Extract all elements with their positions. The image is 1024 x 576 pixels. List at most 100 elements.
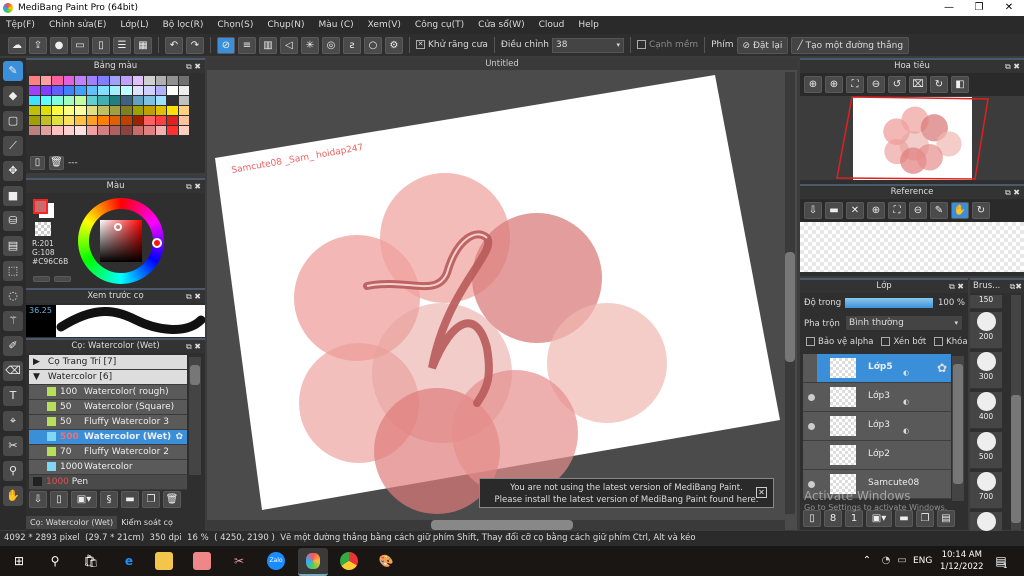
brush-size-item[interactable]: 1000 (970, 512, 1002, 531)
color-swatch[interactable] (167, 106, 178, 115)
merge-icon[interactable]: ▤ (937, 510, 955, 527)
color-swatch[interactable] (75, 116, 86, 125)
soft-edge-checkbox[interactable]: Cạnh mềm (636, 40, 698, 50)
color-swatch[interactable] (167, 96, 178, 105)
color-swatch[interactable] (178, 96, 189, 105)
speech-icon[interactable]: ▭ (71, 36, 89, 54)
color-swatch[interactable] (121, 116, 132, 125)
brush-item[interactable]: 50 Watercolor (Square) (29, 400, 187, 415)
color-swatch[interactable] (40, 96, 51, 105)
add-layer-dropdown-icon[interactable]: ▣▾ (866, 510, 892, 527)
foreground-color-swatch[interactable] (33, 199, 48, 214)
panel-float-close-icon[interactable]: ⧉ ✖ (1005, 186, 1020, 199)
medibang-taskbar-icon[interactable] (298, 548, 328, 576)
color-swatch[interactable] (86, 126, 97, 135)
brush-item[interactable]: 500 Watercolor (Wet) ✿ (29, 430, 187, 445)
color-swatch[interactable] (75, 76, 86, 85)
menu-select[interactable]: Chọn(S) (217, 20, 253, 30)
trash-icon[interactable]: 🗑 (163, 491, 181, 508)
reset-button[interactable]: ⊘ Đặt lại (736, 36, 789, 54)
color-swatch[interactable] (86, 86, 97, 95)
layer-list-scrollbar[interactable] (952, 356, 964, 501)
page-list-icon[interactable]: ☰ (113, 36, 131, 54)
color-swatch[interactable] (109, 126, 120, 135)
brush-group-watercolor[interactable]: ▼ Watercolor [6] (29, 370, 187, 385)
color-swatch[interactable] (29, 106, 40, 115)
select-rect-icon[interactable]: ⬚ (3, 261, 23, 281)
brush-item[interactable]: 70 Fluffy Watercolor 2 (29, 445, 187, 460)
opacity-slider[interactable] (845, 298, 933, 308)
color-swatch[interactable] (63, 86, 74, 95)
brush-list-scrollbar[interactable] (189, 357, 201, 475)
color-swatch[interactable] (40, 86, 51, 95)
color-swatch[interactable] (144, 106, 155, 115)
store-icon[interactable]: 🛍 (82, 552, 100, 570)
color-swatch[interactable] (167, 116, 178, 125)
hand-icon[interactable]: ✋ (951, 202, 969, 219)
close-button[interactable]: ✕ (994, 0, 1024, 16)
new-8bit-layer-icon[interactable]: 8 (824, 510, 842, 527)
color-swatch[interactable] (109, 86, 120, 95)
color-swatch[interactable] (155, 106, 166, 115)
panel-float-close-icon[interactable]: ⧉ ✖ (186, 290, 201, 303)
page-settings-icon[interactable]: ▦ (134, 36, 152, 54)
drawing-canvas[interactable]: Samcute08 _Sam_ hoidap247 (207, 58, 797, 530)
snap-vanish-icon[interactable]: ◁ (280, 36, 298, 54)
menu-window[interactable]: Cửa sổ(W) (478, 20, 524, 30)
divide-tool-icon[interactable]: ✂ (3, 436, 23, 456)
layer-item[interactable]: Lớp5 ◐ ✿ (803, 354, 951, 383)
new-brush-icon[interactable]: ▯ (50, 491, 68, 508)
menu-help[interactable]: Help (578, 20, 599, 30)
battery-icon[interactable]: ▭ (893, 552, 911, 570)
color-swatch[interactable] (52, 96, 63, 105)
gear-icon[interactable]: ✿ (175, 430, 183, 445)
brush-size-item[interactable]: 150 (970, 295, 1002, 309)
move-tool-icon[interactable]: ✥ (3, 161, 23, 181)
rotate-right-icon[interactable]: ↻ (930, 76, 948, 93)
lasso-fill-icon[interactable]: ⟋ (3, 136, 23, 156)
brush-tool-icon[interactable]: ✎ (3, 61, 23, 81)
paint-icon[interactable]: 🎨 (377, 552, 395, 570)
hue-picker-handle[interactable] (152, 238, 162, 248)
color-swatch[interactable] (40, 126, 51, 135)
color-swatch[interactable] (75, 126, 86, 135)
color-swatch[interactable] (155, 86, 166, 95)
notification-close-button[interactable]: ✕ (756, 487, 767, 498)
panel-float-close-icon[interactable]: ⧉✖ (1010, 280, 1022, 293)
menu-filter[interactable]: Bộ lọc(R) (163, 20, 204, 30)
brush-script-icon[interactable]: § (100, 491, 118, 508)
comment-icon[interactable]: ● (50, 36, 68, 54)
color-swatch[interactable] (132, 126, 143, 135)
zoom-out-icon[interactable]: ⊖ (909, 202, 927, 219)
clock[interactable]: 10:14 AM 1/12/2022 (940, 549, 984, 573)
undo-icon[interactable]: ↶ (165, 36, 183, 54)
color-swatch[interactable] (86, 96, 97, 105)
brush-item[interactable]: 100 Watercolor( rough) (29, 385, 187, 400)
layer-item[interactable]: Lớp3 ◐ (803, 412, 951, 441)
color-swatch[interactable] (132, 86, 143, 95)
snap-settings-icon[interactable]: ⚙ (385, 36, 403, 54)
folder-icon[interactable]: ▬ (121, 491, 139, 508)
menu-layer[interactable]: Lớp(L) (120, 20, 148, 30)
fill-rect-icon[interactable]: ■ (3, 186, 23, 206)
zalo-icon[interactable]: Zalo (267, 552, 285, 570)
eraser-tool-icon[interactable]: ◆ (3, 86, 23, 106)
panel-float-close-icon[interactable]: ⧉ ✖ (1005, 60, 1020, 73)
color-swatch[interactable] (144, 76, 155, 85)
fit-icon[interactable]: ⛶ (888, 202, 906, 219)
color-swatch[interactable] (86, 76, 97, 85)
chrome-icon[interactable] (340, 552, 358, 570)
lock-checkbox[interactable]: Khóa (934, 337, 968, 347)
brush-size-item[interactable]: 700 (970, 472, 1002, 509)
color-swatch[interactable] (98, 76, 109, 85)
color-swatch[interactable] (178, 116, 189, 125)
open-folder-icon[interactable]: ▬ (825, 202, 843, 219)
color-swatch[interactable] (63, 76, 74, 85)
snipping-tool-icon[interactable]: ✂ (230, 552, 248, 570)
color-swatch[interactable] (29, 116, 40, 125)
color-swatch[interactable] (98, 106, 109, 115)
cloud-download-icon[interactable]: ⇩ (29, 491, 47, 508)
gear-icon[interactable]: ✿ (937, 361, 947, 375)
brush-group-decor[interactable]: ▶ Cọ Trang Trí [7] (29, 355, 187, 370)
tab-brush-control[interactable]: Kiểm soát cọ (117, 516, 177, 529)
